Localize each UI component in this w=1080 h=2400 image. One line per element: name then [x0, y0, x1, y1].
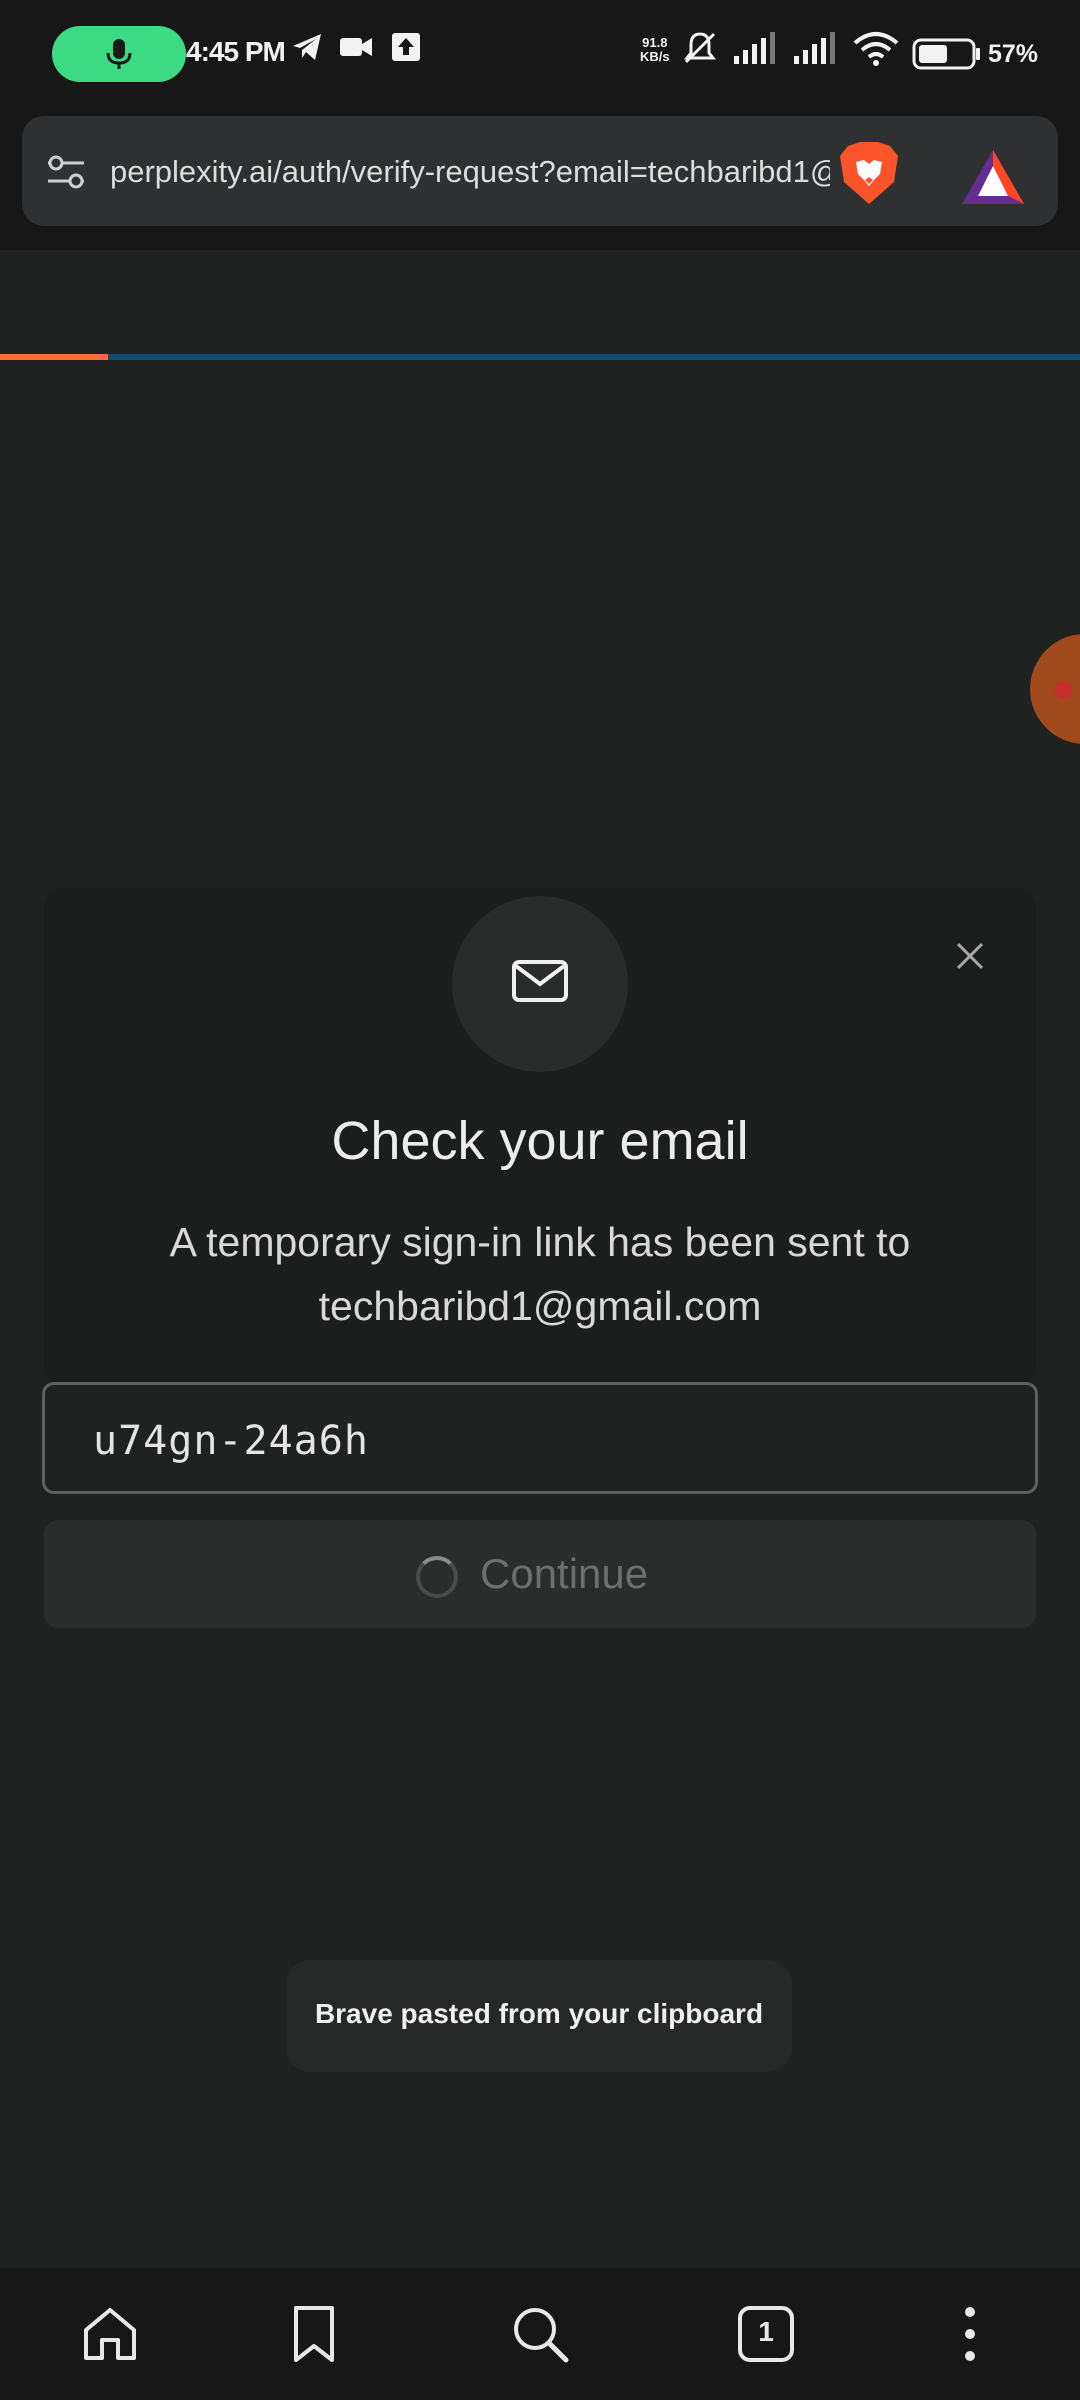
mic-in-use-indicator[interactable] — [52, 26, 186, 82]
bookmark-icon — [294, 2306, 334, 2362]
battery-icon — [912, 38, 980, 70]
continue-button-label: Continue — [480, 1550, 649, 1597]
clock: 4:45 PM — [186, 36, 286, 67]
dialog-message: A temporary sign-in link has been sent t… — [44, 1210, 1036, 1338]
url-text[interactable]: perplexity.ai/auth/verify-request?email=… — [110, 154, 830, 190]
brave-lion-icon[interactable] — [838, 140, 900, 206]
browser-toolbar: perplexity.ai/auth/verify-request?email=… — [0, 110, 1080, 360]
verification-code-input[interactable] — [91, 1411, 975, 1471]
mail-icon — [512, 960, 568, 1002]
wifi-icon — [853, 32, 899, 66]
network-speed-value: 91.8 — [642, 35, 668, 50]
verification-code-field[interactable] — [42, 1382, 1038, 1494]
dialog-email: techbaribd1@gmail.com — [318, 1283, 762, 1329]
home-icon — [84, 2308, 136, 2360]
upload-icon — [392, 33, 420, 61]
loading-spinner-icon — [416, 1556, 458, 1598]
home-button[interactable] — [74, 2298, 146, 2370]
screen-recorder-bubble[interactable] — [1030, 634, 1080, 744]
tab-count: 1 — [758, 2316, 774, 2347]
close-icon[interactable] — [952, 938, 988, 974]
video-camera-icon — [340, 38, 372, 56]
record-dot-icon — [1054, 681, 1072, 699]
telegram-icon — [293, 34, 321, 60]
battery-percentage: 57% — [988, 40, 1039, 68]
network-speed: 91.8 KB/s — [640, 36, 670, 64]
address-bar[interactable]: perplexity.ai/auth/verify-request?email=… — [22, 116, 1058, 226]
bottom-toolbar: 1 — [0, 2268, 1080, 2400]
continue-button[interactable]: Continue — [44, 1520, 1036, 1628]
microphone-icon — [106, 39, 132, 69]
network-speed-unit: KB/s — [640, 49, 670, 64]
page-load-progress-fill — [0, 354, 108, 360]
tune-icon[interactable] — [44, 152, 88, 192]
signal-strength-sim2-icon — [794, 32, 835, 64]
bookmark-button[interactable] — [278, 2298, 350, 2370]
clipboard-toast: Brave pasted from your clipboard — [286, 1960, 792, 2072]
dialog-title: Check your email — [331, 1111, 749, 1171]
menu-icon — [965, 2307, 975, 2361]
mail-badge — [452, 896, 628, 1072]
menu-button[interactable] — [934, 2298, 1006, 2370]
tabs-button[interactable]: 1 — [730, 2298, 802, 2370]
signal-strength-icon — [734, 32, 775, 64]
dialog-message-line: A temporary sign-in link has been sent t… — [169, 1219, 911, 1265]
brave-rewards-triangle-icon[interactable] — [960, 148, 1026, 206]
search-icon — [514, 2308, 569, 2363]
status-bar: 4:45 PM 91.8 KB/s 57% — [0, 0, 1080, 110]
clipboard-toast-text: Brave pasted from your clipboard — [314, 1998, 764, 2029]
search-button[interactable] — [504, 2298, 576, 2370]
bell-muted-icon — [683, 32, 717, 64]
page-load-progress — [0, 354, 1080, 360]
